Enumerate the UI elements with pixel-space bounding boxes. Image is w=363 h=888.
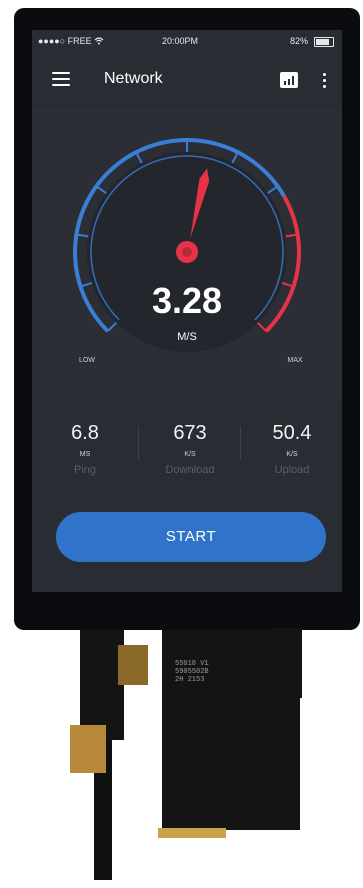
flex-cable-print-line2: 5905502B	[175, 668, 209, 676]
flex-cable-right	[270, 628, 302, 698]
chart-icon[interactable]	[280, 72, 298, 88]
speed-unit: M/S	[177, 331, 197, 343]
speed-gauge: 3.28 M/S LOW MAX	[32, 108, 342, 400]
gauge-tick	[257, 322, 267, 332]
page-title: Network	[104, 70, 163, 87]
start-button[interactable]: START	[56, 512, 326, 562]
flex-cable-component	[118, 645, 148, 685]
speed-value: 3.28	[152, 280, 222, 321]
stat-ping-label: Ping	[73, 464, 97, 476]
wifi-icon	[94, 37, 104, 45]
gauge-tick	[281, 281, 294, 288]
flex-cable-contacts	[158, 828, 226, 838]
stats-panel: 6.8 MS Ping 673 K/S Download 50.4 K/S Up…	[32, 400, 342, 490]
carrier-text: ●●●●○ FREE	[38, 36, 92, 46]
flex-cable-print: 55018 V1 5905502B 2H 2153	[175, 660, 209, 684]
stat-ping: 6.8 MS Ping	[35, 400, 135, 476]
gauge-tick	[267, 185, 279, 195]
gauge-tick	[135, 151, 143, 164]
battery-icon	[314, 37, 334, 47]
stat-upload: 50.4 K/S Upload	[242, 400, 342, 476]
gauge-hub-inner	[182, 247, 192, 257]
stat-download-value: 673	[173, 422, 207, 444]
flex-cable-print-line3: 2H 2153	[175, 676, 205, 684]
menu-icon[interactable]	[52, 72, 70, 86]
stat-download-unit: K/S	[184, 451, 196, 458]
app-bar: Network	[32, 52, 342, 108]
gauge-tick	[80, 281, 93, 288]
gauge-tick	[285, 233, 298, 238]
gauge-graphic: 3.28 M/S LOW MAX	[73, 138, 303, 364]
battery-percent: 82%	[289, 36, 308, 46]
gauge-low-label: LOW	[79, 357, 95, 364]
stat-upload-label: Upload	[274, 464, 310, 476]
status-bar: ●●●●○ FREE 20:00PM 82%	[32, 30, 342, 52]
stat-upload-unit: K/S	[286, 451, 298, 458]
stat-divider	[138, 426, 139, 460]
app-screen: ●●●●○ FREE 20:00PM 82% Network 3.28 M/S …	[32, 30, 342, 592]
stat-download: 673 K/S Download	[140, 400, 240, 476]
stat-upload-value: 50.4	[272, 422, 312, 444]
gauge-max-label: MAX	[287, 357, 303, 364]
battery-fill	[316, 39, 330, 45]
gauge-tick	[231, 151, 239, 164]
gauge-tick	[95, 185, 107, 195]
flex-cable-print-line1: 55018 V1	[175, 660, 209, 668]
status-time: 20:00PM	[162, 36, 199, 46]
flex-cable-chip	[70, 725, 106, 773]
carrier-label: ●●●●○ FREE	[38, 36, 104, 46]
gauge-tick	[107, 322, 117, 332]
more-icon[interactable]	[322, 72, 326, 88]
stat-download-label: Download	[165, 464, 215, 476]
stat-ping-value: 6.8	[71, 422, 99, 444]
stat-divider	[240, 426, 241, 460]
stat-ping-unit: MS	[79, 451, 91, 458]
